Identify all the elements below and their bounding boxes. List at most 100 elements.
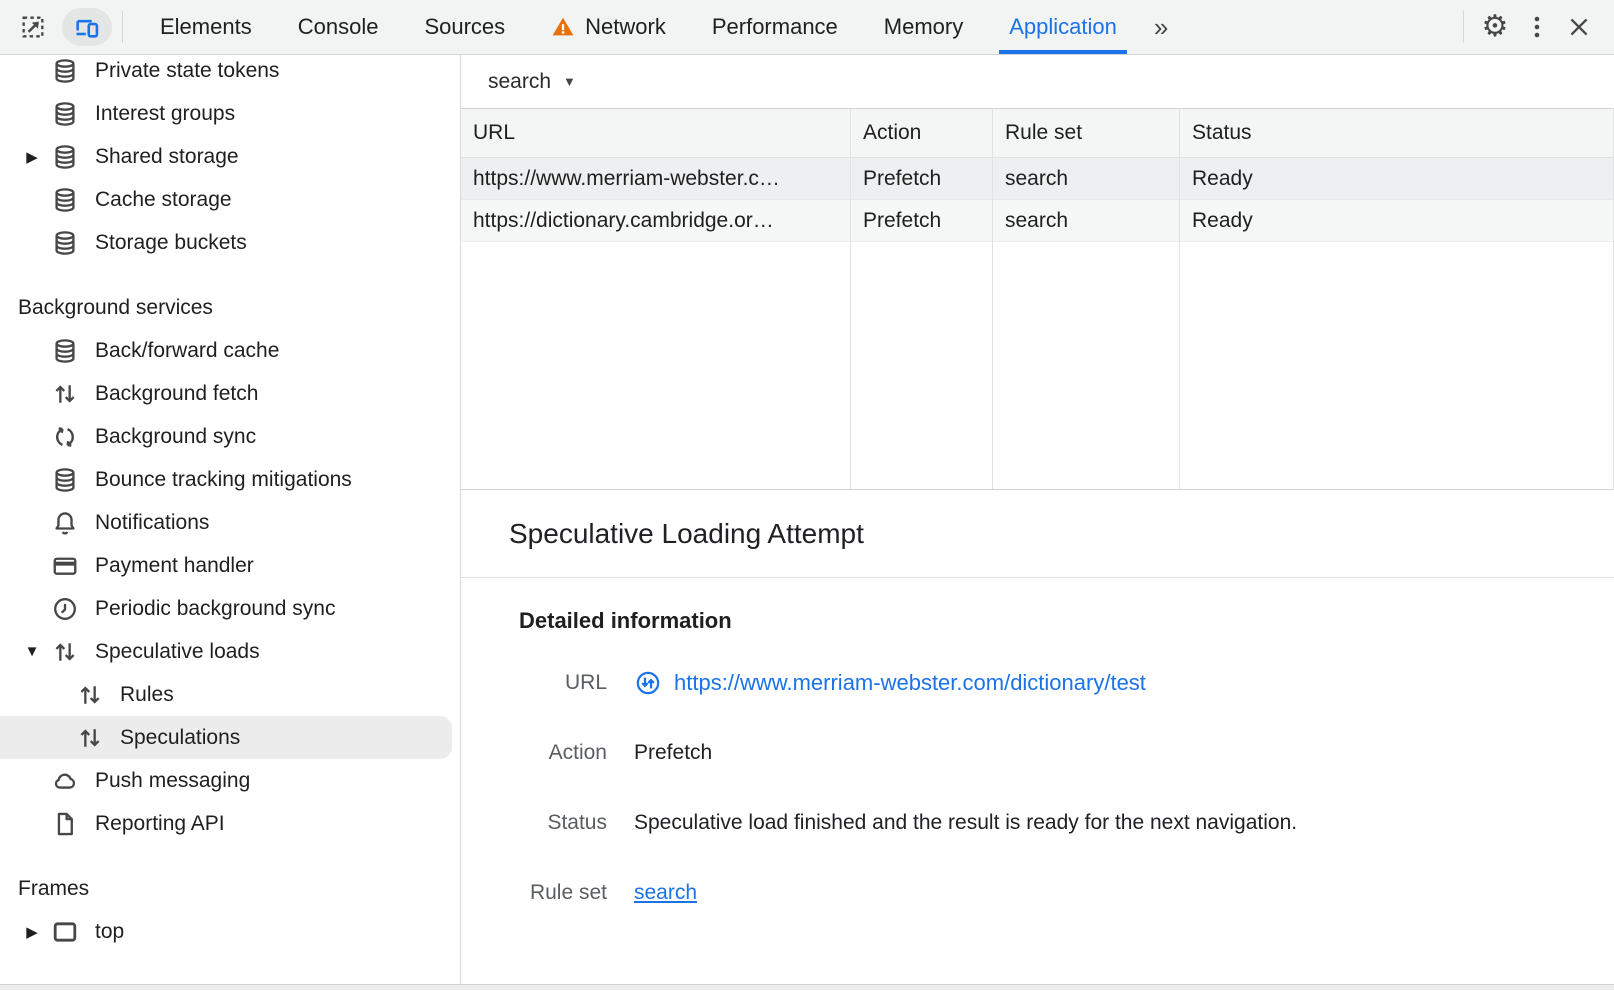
frame-icon (50, 917, 80, 947)
sidebar-item-storage-buckets[interactable]: Storage buckets (0, 221, 460, 264)
bell-icon (50, 508, 80, 538)
cell-action[interactable]: Prefetch (851, 200, 993, 242)
kebab-icon (1525, 13, 1549, 41)
tab-sources[interactable]: Sources (401, 0, 528, 54)
detail-pane: Detailed information URL https://www.mer… (461, 578, 1614, 984)
column-header-rule-set: Rule set (993, 109, 1180, 158)
tab-application[interactable]: Application (986, 0, 1140, 54)
database-icon (50, 228, 80, 258)
column-header-url: URL (461, 109, 851, 158)
database-icon (50, 56, 80, 86)
menu-button[interactable] (1516, 7, 1558, 47)
warning-icon (551, 15, 575, 39)
close-button[interactable] (1558, 7, 1600, 47)
arrows-up-down-icon (50, 637, 80, 667)
chevron-right-icon[interactable]: ▶ (14, 148, 50, 166)
double-chevron-icon: » (1154, 12, 1168, 43)
inspect-element-button[interactable] (12, 7, 54, 47)
panel-tabs: Elements Console Sources Network (137, 0, 1182, 54)
sidebar-item-speculations[interactable]: Speculations (0, 716, 452, 759)
sidebar-item-label: Storage buckets (95, 231, 247, 255)
tab-elements[interactable]: Elements (137, 0, 275, 54)
status-value: Speculative load finished and the result… (634, 811, 1297, 835)
detail-label: Rule set (519, 881, 607, 905)
sidebar-item-background-sync[interactable]: Background sync (0, 415, 460, 458)
clock-icon (50, 594, 80, 624)
sidebar-item-reporting-api[interactable]: Reporting API (0, 802, 460, 845)
chevron-down-icon[interactable]: ▼ (14, 643, 50, 660)
speculations-table: URL Action Rule set Status https://www.m… (461, 108, 1614, 490)
arrows-up-down-icon (50, 379, 80, 409)
ruleset-filter-bar: search ▼ (461, 55, 1614, 108)
tab-label: Network (585, 14, 666, 40)
sidebar-item-label: Periodic background sync (95, 597, 335, 621)
sidebar-item-bounce-tracking-mitigations[interactable]: Bounce tracking mitigations (0, 458, 460, 501)
payment-card-icon (50, 551, 80, 581)
detail-row-status: Status Speculative load finished and the… (519, 788, 1614, 858)
tab-performance[interactable]: Performance (689, 0, 861, 54)
speculations-panel: search ▼ URL Action Rule set Status http… (461, 55, 1614, 984)
url-link[interactable]: https://www.merriam-webster.com/dictiona… (674, 670, 1146, 696)
gear-icon: ⚙ (1482, 12, 1509, 42)
arrows-up-down-icon (75, 680, 105, 710)
detail-label: Action (519, 741, 607, 765)
cell-url[interactable]: https://www.merriam-webster.c… (461, 158, 851, 200)
column-header-action: Action (851, 109, 993, 158)
sidebar-item-label: Back/forward cache (95, 339, 279, 363)
sidebar-item-back-forward-cache[interactable]: Back/forward cache (0, 329, 460, 372)
database-icon (50, 465, 80, 495)
sidebar-item-cache-storage[interactable]: Cache storage (0, 178, 460, 221)
detail-row-url: URL https://www.merriam-webster.com/dict… (519, 648, 1614, 718)
tab-label: Performance (712, 14, 838, 40)
more-tabs-button[interactable]: » (1140, 0, 1182, 54)
detail-label: Status (519, 811, 607, 835)
section-header-frames: Frames (0, 867, 460, 910)
dropdown-arrow-icon: ▼ (563, 74, 576, 89)
ruleset-filter-value: search (488, 70, 551, 94)
sidebar-item-speculative-loads[interactable]: ▼ Speculative loads (0, 630, 460, 673)
sidebar-item-label: Shared storage (95, 145, 239, 169)
action-value: Prefetch (634, 741, 712, 765)
section-header-background-services: Background services (0, 286, 460, 329)
chevron-right-icon[interactable]: ▶ (14, 923, 50, 941)
sidebar-item-periodic-background-sync[interactable]: Periodic background sync (0, 587, 460, 630)
sidebar-item-interest-groups[interactable]: Interest groups (0, 92, 460, 135)
cell-action[interactable]: Prefetch (851, 158, 993, 200)
cell-status[interactable]: Ready (1180, 200, 1613, 242)
cell-rule-set[interactable]: search (993, 200, 1180, 242)
toolbar-divider (122, 11, 123, 43)
sidebar-item-frame-top[interactable]: ▶ top (0, 910, 460, 953)
device-toolbar-icon (73, 13, 101, 41)
sidebar-item-label: Interest groups (95, 102, 235, 126)
tab-network[interactable]: Network (528, 0, 689, 54)
sidebar-item-background-fetch[interactable]: Background fetch (0, 372, 460, 415)
device-toolbar-button[interactable] (62, 8, 112, 46)
tab-console[interactable]: Console (275, 0, 402, 54)
tab-label: Elements (160, 14, 252, 40)
tab-label: Memory (884, 14, 963, 40)
cell-status[interactable]: Ready (1180, 158, 1613, 200)
sidebar-item-notifications[interactable]: Notifications (0, 501, 460, 544)
sidebar-item-payment-handler[interactable]: Payment handler (0, 544, 460, 587)
document-icon (50, 809, 80, 839)
cell-rule-set[interactable]: search (993, 158, 1180, 200)
detail-section-title: Detailed information (519, 608, 1614, 634)
sidebar-item-label: Rules (120, 683, 174, 707)
sidebar-item-private-state-tokens[interactable]: Private state tokens (0, 55, 460, 92)
arrows-up-down-icon (75, 723, 105, 753)
sidebar-item-shared-storage[interactable]: ▶ Shared storage (0, 135, 460, 178)
cell-url[interactable]: https://dictionary.cambridge.or… (461, 200, 851, 242)
settings-button[interactable]: ⚙ (1474, 7, 1516, 47)
database-icon (50, 185, 80, 215)
detail-row-rule-set: Rule set search (519, 858, 1614, 928)
tab-label: Sources (424, 14, 505, 40)
rule-set-link[interactable]: search (634, 881, 697, 905)
tab-memory[interactable]: Memory (861, 0, 986, 54)
sidebar-item-label: Push messaging (95, 769, 250, 793)
sidebar-item-rules[interactable]: Rules (0, 673, 460, 716)
database-icon (50, 99, 80, 129)
column-header-status: Status (1180, 109, 1613, 158)
ruleset-filter-dropdown[interactable]: search ▼ (488, 70, 576, 94)
sidebar-item-push-messaging[interactable]: Push messaging (0, 759, 460, 802)
detail-pane-title: Speculative Loading Attempt (461, 490, 1614, 578)
